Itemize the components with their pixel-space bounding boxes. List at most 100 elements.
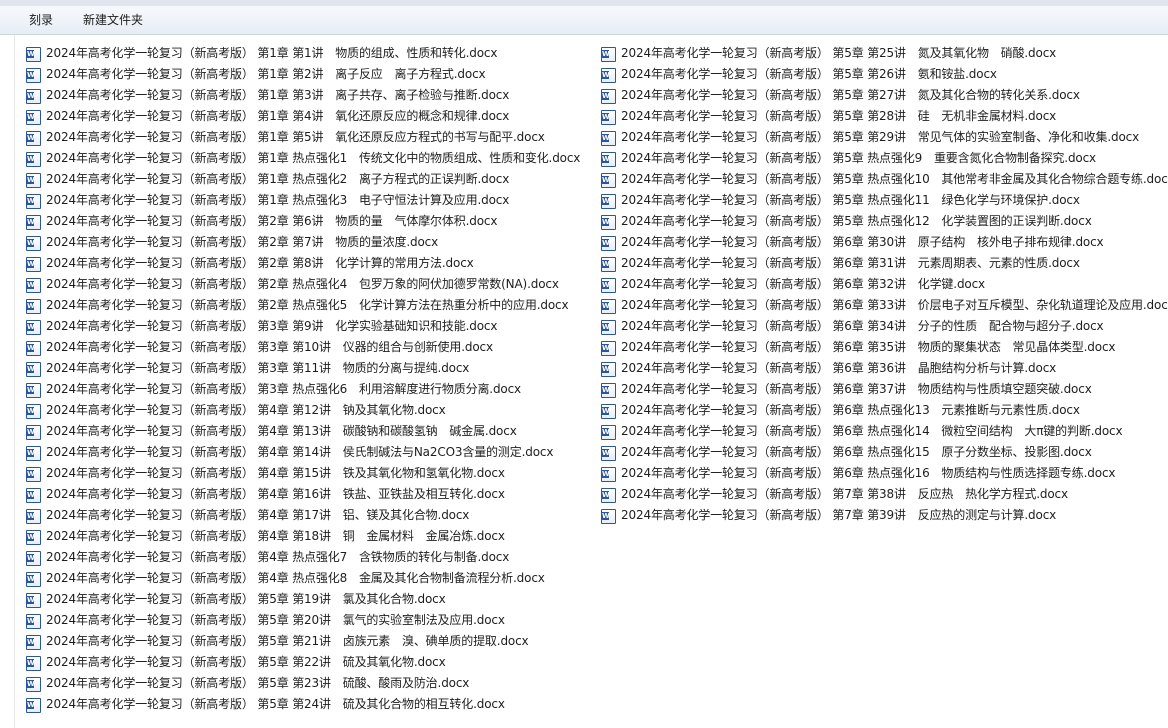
file-item[interactable]: 2024年高考化学一轮复习（新高考版） 第7章 第39讲 反应热的测定与计算.d… (601, 505, 1168, 526)
file-item[interactable]: 2024年高考化学一轮复习（新高考版） 第5章 热点强化9 重要含氮化合物制备探… (601, 148, 1168, 169)
file-name: 2024年高考化学一轮复习（新高考版） 第4章 第16讲 铁盐、亚铁盐及相互转化… (46, 487, 505, 501)
file-item[interactable]: 2024年高考化学一轮复习（新高考版） 第1章 热点强化1 传统文化中的物质组成… (26, 148, 580, 169)
file-name: 2024年高考化学一轮复习（新高考版） 第2章 第7讲 物质的量浓度.docx (46, 235, 439, 249)
file-name: 2024年高考化学一轮复习（新高考版） 第5章 热点强化12 化学装置图的正误判… (621, 214, 1092, 228)
file-item[interactable]: 2024年高考化学一轮复习（新高考版） 第5章 第19讲 氯及其化合物.docx (26, 589, 580, 610)
word-document-icon (26, 383, 41, 398)
file-item[interactable]: 2024年高考化学一轮复习（新高考版） 第6章 第30讲 原子结构 核外电子排布… (601, 232, 1168, 253)
file-item[interactable]: 2024年高考化学一轮复习（新高考版） 第4章 第18讲 铜 金属材料 金属冶炼… (26, 526, 580, 547)
file-name: 2024年高考化学一轮复习（新高考版） 第1章 第4讲 氧化还原反应的概念和规律… (46, 109, 510, 123)
file-name: 2024年高考化学一轮复习（新高考版） 第2章 第6讲 物质的量 气体摩尔体积.… (46, 214, 498, 228)
file-name: 2024年高考化学一轮复习（新高考版） 第5章 第21讲 卤族元素 溴、碘单质的… (46, 634, 529, 648)
file-item[interactable]: 2024年高考化学一轮复习（新高考版） 第4章 第17讲 铝、镁及其化合物.do… (26, 505, 580, 526)
file-item[interactable]: 2024年高考化学一轮复习（新高考版） 第1章 热点强化3 电子守恒法计算及应用… (26, 190, 580, 211)
file-item[interactable]: 2024年高考化学一轮复习（新高考版） 第6章 热点强化15 原子分数坐标、投影… (601, 442, 1168, 463)
new-folder-button[interactable]: 新建文件夹 (77, 6, 149, 34)
file-item[interactable]: 2024年高考化学一轮复习（新高考版） 第6章 热点强化14 微粒空间结构 大π… (601, 421, 1168, 442)
word-document-icon (601, 194, 616, 209)
file-item[interactable]: 2024年高考化学一轮复习（新高考版） 第2章 热点强化4 包罗万象的阿伏加德罗… (26, 274, 580, 295)
word-document-icon (601, 173, 616, 188)
file-item[interactable]: 2024年高考化学一轮复习（新高考版） 第4章 第12讲 钠及其氧化物.docx (26, 400, 580, 421)
file-name: 2024年高考化学一轮复习（新高考版） 第5章 第23讲 硫酸、酸雨及防治.do… (46, 676, 470, 690)
file-item[interactable]: 2024年高考化学一轮复习（新高考版） 第4章 第16讲 铁盐、亚铁盐及相互转化… (26, 484, 580, 505)
file-item[interactable]: 2024年高考化学一轮复习（新高考版） 第1章 第5讲 氧化还原反应方程式的书写… (26, 127, 580, 148)
file-item[interactable]: 2024年高考化学一轮复习（新高考版） 第6章 第33讲 价层电子对互斥模型、杂… (601, 295, 1168, 316)
file-item[interactable]: 2024年高考化学一轮复习（新高考版） 第7章 第38讲 反应热 热化学方程式.… (601, 484, 1168, 505)
file-name: 2024年高考化学一轮复习（新高考版） 第1章 热点强化1 传统文化中的物质组成… (46, 151, 581, 165)
file-item[interactable]: 2024年高考化学一轮复习（新高考版） 第2章 第8讲 化学计算的常用方法.do… (26, 253, 580, 274)
file-item[interactable]: 2024年高考化学一轮复习（新高考版） 第2章 第6讲 物质的量 气体摩尔体积.… (26, 211, 580, 232)
file-item[interactable]: 2024年高考化学一轮复习（新高考版） 第5章 第28讲 硅 无机非金属材料.d… (601, 106, 1168, 127)
file-item[interactable]: 2024年高考化学一轮复习（新高考版） 第5章 热点强化12 化学装置图的正误判… (601, 211, 1168, 232)
file-item[interactable]: 2024年高考化学一轮复习（新高考版） 第5章 第24讲 硫及其化合物的相互转化… (26, 694, 580, 715)
file-name: 2024年高考化学一轮复习（新高考版） 第6章 第33讲 价层电子对互斥模型、杂… (621, 298, 1168, 312)
file-name: 2024年高考化学一轮复习（新高考版） 第4章 热点强化7 含铁物质的转化与制备… (46, 550, 510, 564)
file-item[interactable]: 2024年高考化学一轮复习（新高考版） 第1章 第2讲 离子反应 离子方程式.d… (26, 64, 580, 85)
file-item[interactable]: 2024年高考化学一轮复习（新高考版） 第2章 热点强化5 化学计算方法在热重分… (26, 295, 580, 316)
file-item[interactable]: 2024年高考化学一轮复习（新高考版） 第1章 第4讲 氧化还原反应的概念和规律… (26, 106, 580, 127)
word-document-icon (601, 152, 616, 167)
burn-button[interactable]: 刻录 (23, 6, 59, 34)
file-name: 2024年高考化学一轮复习（新高考版） 第6章 热点强化16 物质结构与性质选择… (621, 466, 1116, 480)
word-document-icon (26, 236, 41, 251)
file-item[interactable]: 2024年高考化学一轮复习（新高考版） 第5章 第29讲 常见气体的实验室制备、… (601, 127, 1168, 148)
file-item[interactable]: 2024年高考化学一轮复习（新高考版） 第4章 第14讲 侯氏制碱法与Na2CO… (26, 442, 580, 463)
file-item[interactable]: 2024年高考化学一轮复习（新高考版） 第1章 热点强化2 离子方程式的正误判断… (26, 169, 580, 190)
file-name: 2024年高考化学一轮复习（新高考版） 第2章 热点强化5 化学计算方法在热重分… (46, 298, 569, 312)
file-item[interactable]: 2024年高考化学一轮复习（新高考版） 第5章 热点强化10 其他常考非金属及其… (601, 169, 1168, 190)
word-document-icon (26, 89, 41, 104)
file-item[interactable]: 2024年高考化学一轮复习（新高考版） 第5章 第22讲 硫及其氧化物.docx (26, 652, 580, 673)
file-item[interactable]: 2024年高考化学一轮复习（新高考版） 第6章 第32讲 化学键.docx (601, 274, 1168, 295)
word-document-icon (26, 656, 41, 671)
file-name: 2024年高考化学一轮复习（新高考版） 第5章 第26讲 氨和铵盐.docx (621, 67, 997, 81)
word-document-icon (26, 341, 41, 356)
file-name: 2024年高考化学一轮复习（新高考版） 第4章 第15讲 铁及其氧化物和氢氧化物… (46, 466, 505, 480)
file-item[interactable]: 2024年高考化学一轮复习（新高考版） 第6章 第31讲 元素周期表、元素的性质… (601, 253, 1168, 274)
file-item[interactable]: 2024年高考化学一轮复习（新高考版） 第6章 热点强化16 物质结构与性质选择… (601, 463, 1168, 484)
file-item[interactable]: 2024年高考化学一轮复习（新高考版） 第5章 第27讲 氮及其化合物的转化关系… (601, 85, 1168, 106)
file-item[interactable]: 2024年高考化学一轮复习（新高考版） 第5章 第26讲 氨和铵盐.docx (601, 64, 1168, 85)
word-document-icon (26, 215, 41, 230)
word-document-icon (26, 488, 41, 503)
file-name: 2024年高考化学一轮复习（新高考版） 第3章 热点强化6 利用溶解度进行物质分… (46, 382, 522, 396)
file-name: 2024年高考化学一轮复习（新高考版） 第2章 热点强化4 包罗万象的阿伏加德罗… (46, 277, 559, 291)
file-name: 2024年高考化学一轮复习（新高考版） 第5章 热点强化10 其他常考非金属及其… (621, 172, 1168, 186)
file-item[interactable]: 2024年高考化学一轮复习（新高考版） 第4章 热点强化7 含铁物质的转化与制备… (26, 547, 580, 568)
file-name: 2024年高考化学一轮复习（新高考版） 第5章 第19讲 氯及其化合物.docx (46, 592, 446, 606)
file-item[interactable]: 2024年高考化学一轮复习（新高考版） 第6章 第34讲 分子的性质 配合物与超… (601, 316, 1168, 337)
word-document-icon (26, 278, 41, 293)
word-document-icon (601, 509, 616, 524)
file-item[interactable]: 2024年高考化学一轮复习（新高考版） 第3章 第11讲 物质的分离与提纯.do… (26, 358, 580, 379)
file-item[interactable]: 2024年高考化学一轮复习（新高考版） 第6章 第36讲 晶胞结构分析与计算.d… (601, 358, 1168, 379)
file-item[interactable]: 2024年高考化学一轮复习（新高考版） 第5章 第20讲 氯气的实验室制法及应用… (26, 610, 580, 631)
navigation-pane-edge (0, 35, 15, 728)
file-item[interactable]: 2024年高考化学一轮复习（新高考版） 第5章 第21讲 卤族元素 溴、碘单质的… (26, 631, 580, 652)
file-item[interactable]: 2024年高考化学一轮复习（新高考版） 第6章 第37讲 物质结构与性质填空题突… (601, 379, 1168, 400)
word-document-icon (601, 320, 616, 335)
file-name: 2024年高考化学一轮复习（新高考版） 第6章 第32讲 化学键.docx (621, 277, 985, 291)
file-item[interactable]: 2024年高考化学一轮复习（新高考版） 第6章 第35讲 物质的聚集状态 常见晶… (601, 337, 1168, 358)
file-list-pane: 2024年高考化学一轮复习（新高考版） 第1章 第1讲 物质的组成、性质和转化.… (0, 35, 1168, 728)
file-item[interactable]: 2024年高考化学一轮复习（新高考版） 第4章 第15讲 铁及其氧化物和氢氧化物… (26, 463, 580, 484)
word-document-icon (601, 89, 616, 104)
file-name: 2024年高考化学一轮复习（新高考版） 第6章 第31讲 元素周期表、元素的性质… (621, 256, 1080, 270)
word-document-icon (601, 236, 616, 251)
file-item[interactable]: 2024年高考化学一轮复习（新高考版） 第5章 热点强化11 绿色化学与环境保护… (601, 190, 1168, 211)
file-name: 2024年高考化学一轮复习（新高考版） 第5章 第29讲 常见气体的实验室制备、… (621, 130, 1140, 144)
file-item[interactable]: 2024年高考化学一轮复习（新高考版） 第4章 第13讲 碳酸钠和碳酸氢钠 碱金… (26, 421, 580, 442)
word-document-icon (26, 68, 41, 83)
file-item[interactable]: 2024年高考化学一轮复习（新高考版） 第3章 第10讲 仪器的组合与创新使用.… (26, 337, 580, 358)
file-item[interactable]: 2024年高考化学一轮复习（新高考版） 第5章 第25讲 氮及其氧化物 硝酸.d… (601, 43, 1168, 64)
file-item[interactable]: 2024年高考化学一轮复习（新高考版） 第4章 热点强化8 金属及其化合物制备流… (26, 568, 580, 589)
file-item[interactable]: 2024年高考化学一轮复习（新高考版） 第1章 第3讲 离子共存、离子检验与推断… (26, 85, 580, 106)
file-name: 2024年高考化学一轮复习（新高考版） 第6章 第35讲 物质的聚集状态 常见晶… (621, 340, 1116, 354)
file-name: 2024年高考化学一轮复习（新高考版） 第6章 第37讲 物质结构与性质填空题突… (621, 382, 1092, 396)
file-item[interactable]: 2024年高考化学一轮复习（新高考版） 第5章 第23讲 硫酸、酸雨及防治.do… (26, 673, 580, 694)
file-item[interactable]: 2024年高考化学一轮复习（新高考版） 第1章 第1讲 物质的组成、性质和转化.… (26, 43, 580, 64)
file-item[interactable]: 2024年高考化学一轮复习（新高考版） 第3章 第9讲 化学实验基础知识和技能.… (26, 316, 580, 337)
file-name: 2024年高考化学一轮复习（新高考版） 第6章 热点强化13 元素推断与元素性质… (621, 403, 1080, 417)
file-item[interactable]: 2024年高考化学一轮复习（新高考版） 第2章 第7讲 物质的量浓度.docx (26, 232, 580, 253)
file-name: 2024年高考化学一轮复习（新高考版） 第6章 热点强化15 原子分数坐标、投影… (621, 445, 1092, 459)
file-item[interactable]: 2024年高考化学一轮复习（新高考版） 第6章 热点强化13 元素推断与元素性质… (601, 400, 1168, 421)
file-item[interactable]: 2024年高考化学一轮复习（新高考版） 第3章 热点强化6 利用溶解度进行物质分… (26, 379, 580, 400)
